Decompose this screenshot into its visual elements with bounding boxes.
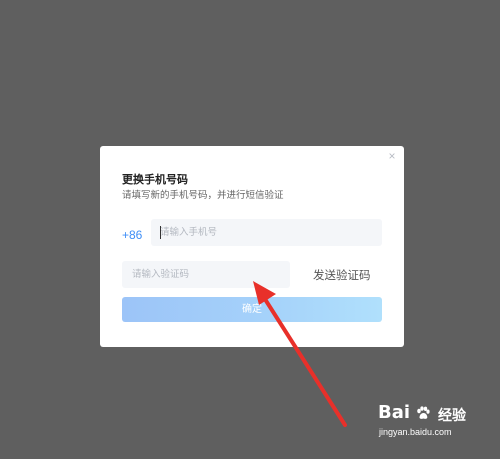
- watermark-jingyan: 经验: [438, 407, 466, 423]
- close-icon: ×: [388, 149, 396, 163]
- country-code-selector[interactable]: +86: [122, 228, 142, 242]
- watermark-url: jingyan.baidu.com: [379, 427, 452, 437]
- paw-icon: [417, 406, 430, 419]
- watermark-logo: Bai: [378, 402, 430, 423]
- send-code-button[interactable]: 发送验证码: [313, 267, 371, 283]
- dialog-title: 更换手机号码: [122, 174, 188, 186]
- verification-code-input[interactable]: [122, 261, 290, 288]
- change-phone-dialog: × 更换手机号码 请填写新的手机号码，并进行短信验证 +86 发送验证码 确定: [100, 146, 404, 347]
- baidu-jingyan-watermark: Bai 经验 jingyan.baidu.com: [378, 402, 474, 442]
- confirm-button[interactable]: 确定: [122, 297, 382, 322]
- close-button[interactable]: ×: [385, 149, 399, 163]
- phone-number-input[interactable]: [151, 219, 382, 246]
- watermark-logo-text: Bai: [378, 402, 411, 423]
- dialog-subtitle: 请填写新的手机号码，并进行短信验证: [122, 190, 284, 201]
- text-caret: [160, 226, 161, 239]
